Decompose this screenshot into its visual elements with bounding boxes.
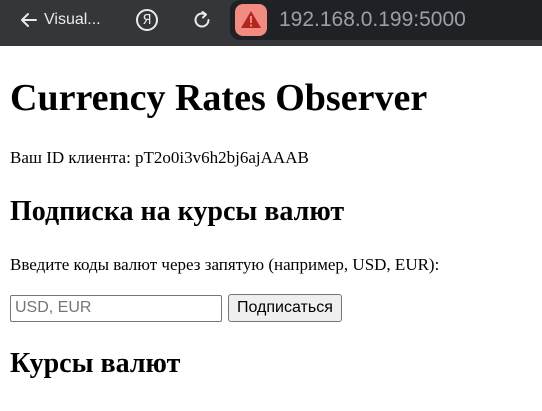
client-id-text: Ваш ID клиента: pT2o0i3v6h2bj6ajAAAB	[10, 148, 309, 167]
subscribe-button[interactable]: Подписаться	[228, 294, 342, 322]
rates-heading: Курсы валют	[10, 348, 181, 379]
subscribe-heading: Подписка на курсы валют	[10, 196, 345, 227]
tab-title[interactable]: Visual...	[44, 11, 101, 29]
reload-icon[interactable]	[190, 8, 214, 32]
back-button[interactable]: Visual...	[20, 8, 101, 32]
page-title: Currency Rates Observer	[10, 77, 428, 119]
instructions-text: Введите коды валют через запятую (наприм…	[10, 255, 440, 274]
currency-codes-input[interactable]	[10, 294, 222, 322]
warning-icon[interactable]	[235, 4, 267, 36]
back-arrow-icon[interactable]	[20, 11, 38, 29]
yandex-icon[interactable]: Я	[136, 9, 158, 31]
url-text[interactable]: 192.168.0.199:5000	[279, 8, 466, 32]
browser-toolbar: Visual... Я 192.168.0.199:5000	[0, 0, 542, 46]
subscribe-form: Подписаться	[10, 294, 342, 322]
